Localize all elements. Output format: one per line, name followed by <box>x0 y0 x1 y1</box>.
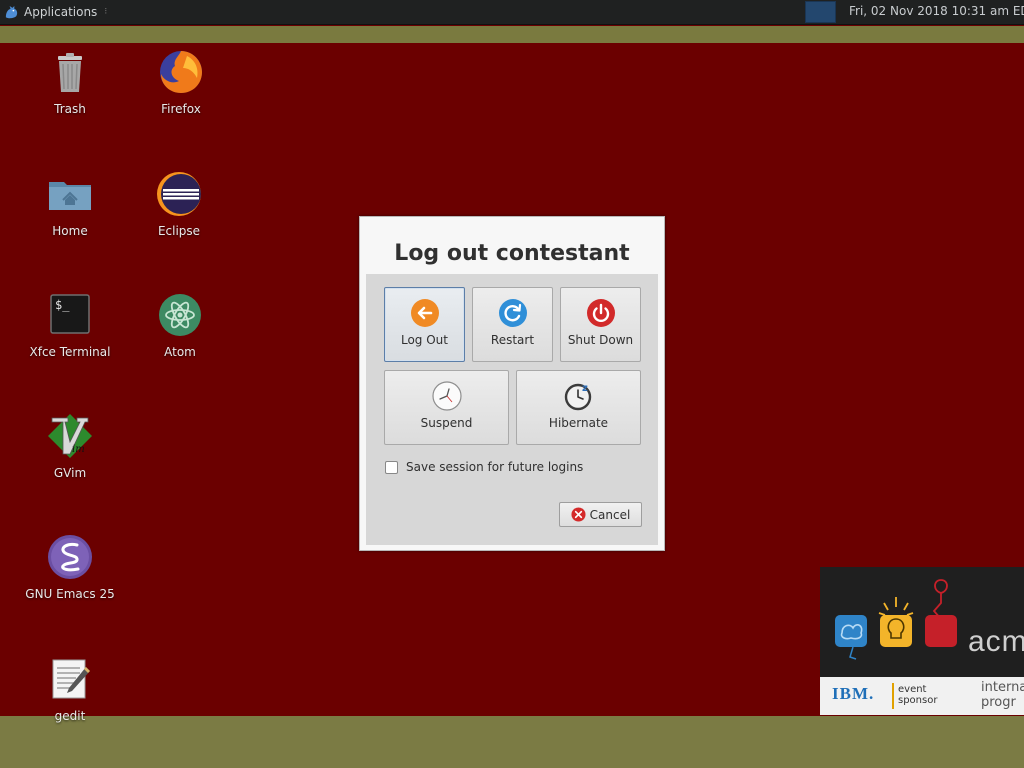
applications-menu[interactable]: Applications ⁝ <box>4 3 107 21</box>
atom-icon <box>159 294 201 336</box>
logout-dialog: Log out contestant Log Out Restart Shut … <box>359 216 665 551</box>
desktop-icon-label: Firefox <box>161 102 201 116</box>
desktop-icon-emacs[interactable]: GNU Emacs 25 <box>15 533 125 601</box>
bottom-panel <box>0 716 1024 768</box>
eclipse-icon <box>157 172 201 216</box>
sponsor-role: event sponsor <box>898 684 937 706</box>
hibernate-button-label: Hibernate <box>548 416 609 430</box>
desktop-icon-home[interactable]: Home <box>15 170 125 238</box>
desktop-icon-trash[interactable]: Trash <box>15 48 125 116</box>
desktop-icon-label: Trash <box>54 102 86 116</box>
cancel-button[interactable]: Cancel <box>559 502 642 527</box>
home-folder-icon <box>49 182 91 210</box>
gvim-icon: im <box>48 414 92 458</box>
save-session-checkbox[interactable] <box>385 460 398 474</box>
shutdown-button[interactable]: Shut Down <box>560 287 641 362</box>
firefox-icon <box>160 51 202 93</box>
desktop-icon-terminal[interactable]: $_ Xfce Terminal <box>15 291 125 359</box>
ibm-logo: IBM. <box>832 684 875 703</box>
cancel-icon <box>571 507 586 522</box>
workspace-switcher[interactable] <box>805 1 836 23</box>
suspend-button[interactable]: Suspend <box>384 370 509 445</box>
gedit-icon <box>52 659 90 699</box>
svg-text:im: im <box>72 444 85 455</box>
sponsor-role-line2: sponsor <box>898 695 938 706</box>
sponsor-role-line1: event <box>898 684 927 695</box>
desktop-icon-label: GNU Emacs 25 <box>25 587 115 601</box>
suspend-button-label: Suspend <box>420 416 473 430</box>
applications-menu-label: Applications <box>24 5 98 19</box>
trash-icon <box>58 53 82 92</box>
clock-icon <box>431 381 462 411</box>
emacs-icon <box>48 535 92 579</box>
panel-clock[interactable]: Fri, 02 Nov 2018 10:31 am EDT <box>849 4 1024 18</box>
power-icon <box>586 299 615 327</box>
logout-button[interactable]: Log Out <box>384 287 465 362</box>
intl-text: interna progr <box>981 680 1024 710</box>
top-panel: Applications ⁝ Fri, 02 Nov 2018 10:31 am… <box>0 0 1024 25</box>
desktop-icon-eclipse[interactable]: Eclipse <box>124 170 234 238</box>
terminal-icon: $_ <box>50 294 90 334</box>
desktop-icon-gedit[interactable]: gedit <box>15 655 125 723</box>
intl-line2: progr <box>981 695 1016 710</box>
svg-text:z: z <box>582 383 588 394</box>
xfce-mouse-icon <box>5 5 18 18</box>
menu-grip-icon: ⁝ <box>104 7 108 17</box>
desktop-icon-label: Atom <box>164 345 196 359</box>
svg-text:$_: $_ <box>55 298 70 312</box>
restart-button-label: Restart <box>490 333 535 347</box>
save-session-label: Save session for future logins <box>406 460 584 474</box>
cancel-button-label: Cancel <box>589 507 631 522</box>
desktop-icon-atom[interactable]: Atom <box>125 291 235 359</box>
restart-icon <box>498 299 527 327</box>
desktop-icon-label: GVim <box>53 466 87 480</box>
desktop-icon-label: gedit <box>54 709 86 723</box>
dialog-body: Log Out Restart Shut Down Suspend z Hibe… <box>366 274 658 545</box>
hibernate-clock-icon: z <box>564 383 591 411</box>
restart-button[interactable]: Restart <box>472 287 553 362</box>
contest-banner: acm IBM. event sponsor interna progr <box>820 567 1024 715</box>
dialog-title: Log out contestant <box>394 241 630 266</box>
shutdown-button-label: Shut Down <box>567 333 634 347</box>
desktop-icon-label: Home <box>52 224 88 238</box>
desktop-icon-firefox[interactable]: Firefox <box>126 48 236 116</box>
desktop-icon-label: Xfce Terminal <box>29 345 111 359</box>
acm-logo-text: acm <box>968 625 1024 658</box>
logout-button-label: Log Out <box>400 333 448 347</box>
intl-line1: interna <box>981 680 1024 695</box>
hibernate-button[interactable]: z Hibernate <box>516 370 641 445</box>
desktop-icon-gvim[interactable]: im GVim <box>15 412 125 480</box>
save-session-row[interactable]: Save session for future logins <box>385 460 583 474</box>
panel-stripe <box>0 26 1024 43</box>
logout-arrow-icon <box>410 299 439 327</box>
icpc-logo-graphic <box>835 579 957 660</box>
desktop-icon-label: Eclipse <box>157 224 201 238</box>
sponsor-divider <box>892 683 894 709</box>
